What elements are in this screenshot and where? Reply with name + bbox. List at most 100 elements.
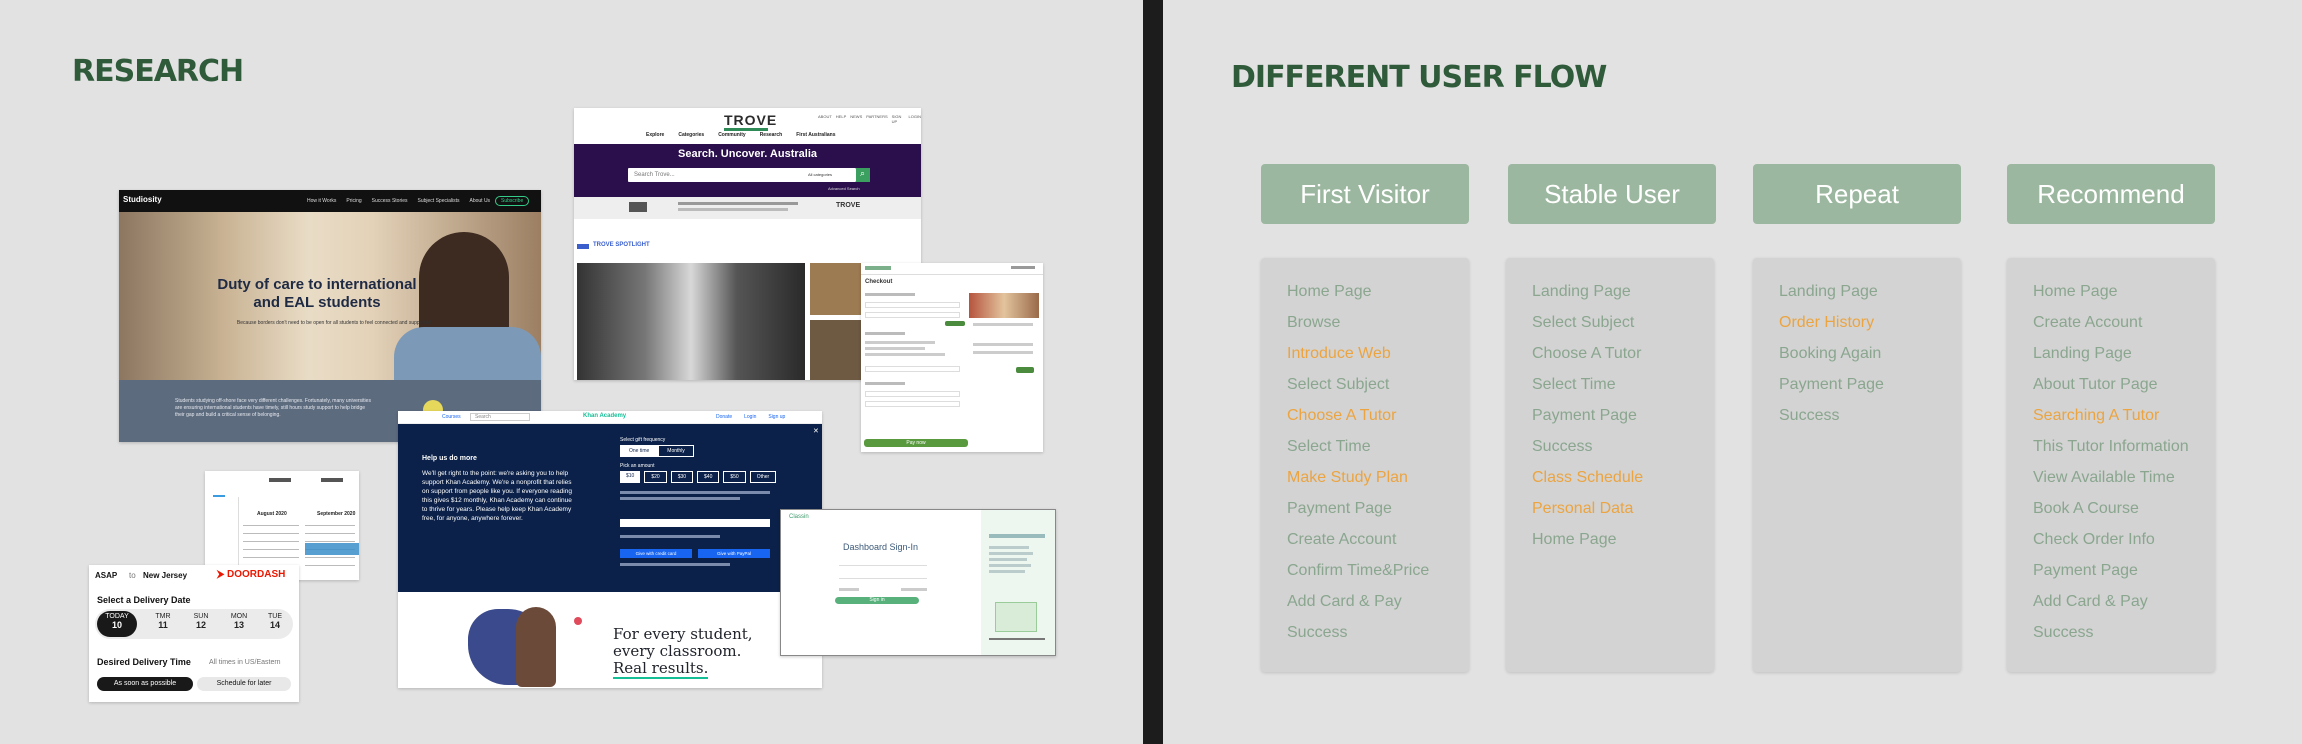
flow-column: Home Page Browse Introduce Web Select Subje… [1261,258,1469,672]
trove-nav-item[interactable]: Community [718,132,746,138]
studiosity-subheadline: Because borders don't need to be open fo… [236,320,432,326]
trove-top-link[interactable]: PARTNERS [866,114,887,124]
studiosity-logo: Studiosity [123,195,162,204]
trove-search-button[interactable]: ⌕ [856,168,870,182]
doordash-day[interactable]: MON 13 [221,613,257,630]
dashboard-screenshot: Classin Dashboard Sign-In Sign in [780,509,1056,656]
studiosity-nav-item[interactable]: Success Stories [372,198,408,204]
khan-signup-link[interactable]: Sign up [768,414,785,420]
flow-step: Add Card & Pay [1287,593,1402,610]
flow-step: Confirm Time&Price [1287,562,1430,579]
trove-partner-logo: TROVE [836,202,861,209]
flow-step: Choose A Tutor [1532,345,1642,362]
flow-step-highlighted: Choose A Tutor [1287,407,1397,424]
flow-step: Select Time [1532,376,1616,393]
studiosity-subscribe-button[interactable]: Subscribe [495,196,530,206]
trove-nav-item[interactable]: First Australians [796,132,835,138]
booking-tutor-photo [969,293,1039,318]
khan-freq-one-time[interactable]: One time [620,445,659,457]
flow-step: Success [1779,407,1840,424]
studiosity-nav-item[interactable]: Subject Specialists [418,198,460,204]
trove-top-link[interactable]: ABOUT [818,114,832,124]
studiosity-screenshot: Studiosity How it Works Pricing Success … [119,190,541,442]
flow-step: Select Subject [1532,314,1635,331]
khan-login-link[interactable]: Login [744,414,756,420]
doordash-asap-button[interactable]: As soon as possible [97,677,193,691]
doordash-logo: ⮞ DOORDASH [217,569,286,580]
flow-step: Success [2033,624,2094,641]
flow-step-highlighted: Introduce Web [1287,345,1391,362]
khan-amount-option[interactable]: $20 [644,471,667,483]
trove-top-link[interactable]: LOGIN [909,114,921,124]
trove-spotlight-photo [577,263,805,380]
doordash-schedule-later-button[interactable]: Schedule for later [197,677,291,691]
flow-step: Payment Page [1287,500,1392,517]
khan-amount-option[interactable]: $50 [723,471,746,483]
flow-step: Create Account [2033,314,2143,331]
doordash-to-label: to [129,571,136,580]
trove-nav-item[interactable]: Categories [678,132,704,138]
flow-step: Browse [1287,314,1341,331]
calendar-screenshot: August 2020 September 2020 [205,471,359,580]
calendar-selected-range [305,543,359,555]
khan-paypal-button[interactable]: Give with PayPal [698,549,770,558]
flow-step: Home Page [2033,283,2118,300]
studiosity-headline: Duty of care to international and EAL st… [217,276,417,311]
trove-logo: TROVE [724,112,778,128]
studiosity-nav-item[interactable]: How it Works [307,198,336,204]
booking-screenshot: Checkout Pay now [861,263,1043,452]
trove-nav-item[interactable]: Research [760,132,783,138]
flow-column: Home Page Create Account Landing Page About… [2007,258,2215,672]
khan-amount-option[interactable]: $40 [697,471,720,483]
doordash-day[interactable]: TUE 14 [259,613,291,630]
trove-hero-text: Search. Uncover. Australia [678,148,817,160]
dashboard-signin-button[interactable]: Sign in [835,597,919,604]
trove-nav-item[interactable]: Explore [646,132,664,138]
khan-name-field[interactable] [620,519,770,527]
flow-step: Check Order Info [2033,531,2155,548]
flow-step-highlighted: Searching A Tutor [2033,407,2160,424]
trove-top-link[interactable]: SIGN UP [892,114,905,124]
flow-step: Create Account [1287,531,1397,548]
flow-step: View Available Time [2033,469,2175,486]
calendar-month-right: September 2020 [317,511,356,517]
trove-nav: Explore Categories Community Research Fi… [646,132,835,138]
doordash-asap[interactable]: ASAP [95,571,117,580]
calendar-grid-left[interactable] [243,521,299,571]
khan-amounts: $10 $20 $30 $40 $50 Other [620,471,777,483]
flow-step-highlighted: Order History [1779,314,1875,331]
flow-step: Payment Page [1779,376,1884,393]
khan-amount-option[interactable]: $10 [620,471,641,483]
doordash-day[interactable]: TMR 11 [145,613,181,630]
khan-frequency-label: Select gift frequency [620,437,666,443]
flow-column: Landing Page Select Subject Choose A Tutor… [1506,258,1714,672]
studiosity-nav-item[interactable]: Pricing [346,198,361,204]
doordash-day[interactable]: SUN 12 [183,613,219,630]
khan-courses-button[interactable]: Courses [442,414,461,420]
flow-step: Success [1532,438,1593,455]
khan-donate-link[interactable]: Donate [716,414,732,420]
khan-search-input[interactable]: Search [470,413,530,421]
khan-screenshot: Courses Search Khan Academy Donate Login… [398,411,822,688]
flow-step: About Tutor Page [2033,376,2158,393]
close-icon[interactable]: ✕ [813,427,819,435]
doordash-location[interactable]: New Jersey [143,571,187,580]
trove-search-input[interactable]: Search Trove... All categories [628,168,856,182]
flow-step: Home Page [1287,283,1372,300]
trove-top-link[interactable]: NEWS [850,114,862,124]
khan-amount-option[interactable]: Other [749,471,777,483]
trove-top-links: ABOUT HELP NEWS PARTNERS SIGN UP LOGIN [818,114,921,124]
khan-amount-option[interactable]: $30 [670,471,694,483]
user-flow-title: DIFFERENT USER FLOW [1231,60,1607,95]
khan-freq-monthly[interactable]: Monthly [658,445,694,457]
booking-form [865,293,965,443]
trove-advanced-link[interactable]: Advanced Search [828,186,860,191]
flow-step: Add Card & Pay [2033,593,2148,610]
studiosity-footer-text: Students studying off-shore face very di… [175,398,371,418]
trove-top-link[interactable]: HELP [836,114,846,124]
flow-step: Payment Page [2033,562,2138,579]
khan-credit-card-button[interactable]: Give with credit card [620,549,692,558]
studiosity-nav: How it Works Pricing Success Stories Sub… [307,198,490,204]
booking-pay-button[interactable]: Pay now [864,439,968,447]
studiosity-nav-item[interactable]: About Us [469,198,490,204]
